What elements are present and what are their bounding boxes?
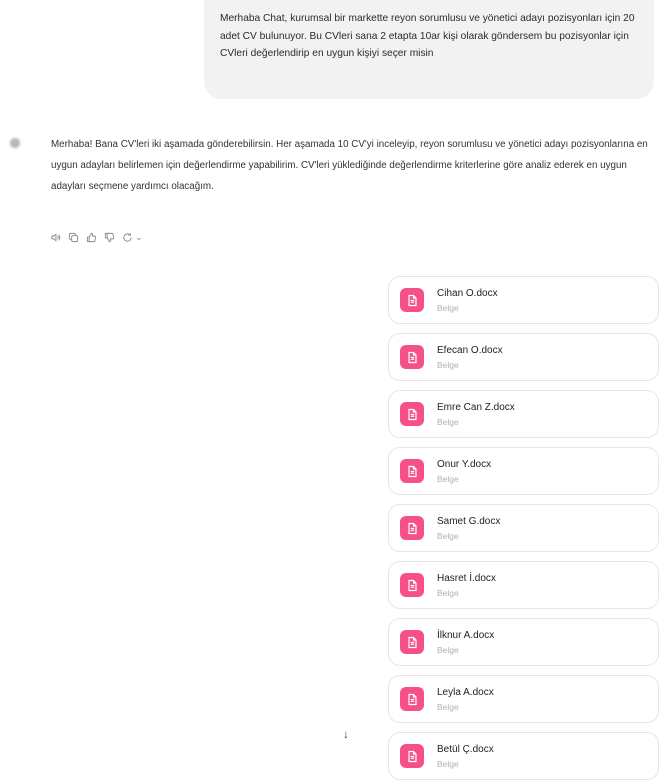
user-message-bubble: Merhaba Chat, kurumsal bir markette reyo… [204,0,654,99]
document-file-icon [400,744,424,768]
file-attachment-card[interactable]: Samet G.docx Belge [388,504,659,552]
file-name: Betül Ç.docx [437,744,494,755]
document-file-icon [400,516,424,540]
file-type-label: Belge [437,417,459,427]
file-type-label: Belge [437,360,459,370]
assistant-message-text: Merhaba! Bana CV'leri iki aşamada gönder… [51,139,648,192]
file-name: Efecan O.docx [437,345,503,356]
assistant-avatar-icon [9,137,21,149]
file-attachment-card[interactable]: Onur Y.docx Belge [388,447,659,495]
file-name: Onur Y.docx [437,459,492,470]
file-type-label: Belge [437,702,459,712]
file-type-label: Belge [437,645,459,655]
file-attachment-card[interactable]: İlknur A.docx Belge [388,618,659,666]
document-file-icon [400,573,424,597]
file-attachment-card[interactable]: Efecan O.docx Belge [388,333,659,381]
file-name: Emre Can Z.docx [437,402,515,413]
file-name: İlknur A.docx [437,630,495,641]
file-name: Leyla A.docx [437,687,494,698]
file-type-label: Belge [437,531,459,541]
regenerate-icon[interactable] [122,232,133,243]
document-file-icon [400,345,424,369]
document-file-icon [400,459,424,483]
scroll-down-button[interactable]: ↓ [336,724,356,744]
regenerate-caret-icon[interactable]: ⌄ [135,232,143,243]
file-type-label: Belge [437,303,459,313]
file-attachment-card[interactable]: Emre Can Z.docx Belge [388,390,659,438]
copy-icon[interactable] [68,232,79,243]
thumbs-down-icon[interactable] [104,232,115,243]
file-type-label: Belge [437,474,459,484]
file-name: Cihan O.docx [437,288,498,299]
file-type-label: Belge [437,588,459,598]
message-actions: ⌄ [50,232,143,243]
file-type-label: Belge [437,759,459,769]
document-file-icon [400,402,424,426]
document-file-icon [400,687,424,711]
file-attachment-card[interactable]: Cihan O.docx Belge [388,276,659,324]
file-attachment-card[interactable]: Betül Ç.docx Belge [388,732,659,780]
document-file-icon [400,630,424,654]
file-name: Samet G.docx [437,516,501,527]
file-name: Hasret İ.docx [437,573,496,584]
file-attachment-card[interactable]: Leyla A.docx Belge [388,675,659,723]
user-message-text: Merhaba Chat, kurumsal bir markette reyo… [220,13,635,59]
file-attachment-card[interactable]: Hasret İ.docx Belge [388,561,659,609]
read-aloud-icon[interactable] [50,232,61,243]
document-file-icon [400,288,424,312]
arrow-down-icon: ↓ [343,727,349,741]
thumbs-up-icon[interactable] [86,232,97,243]
